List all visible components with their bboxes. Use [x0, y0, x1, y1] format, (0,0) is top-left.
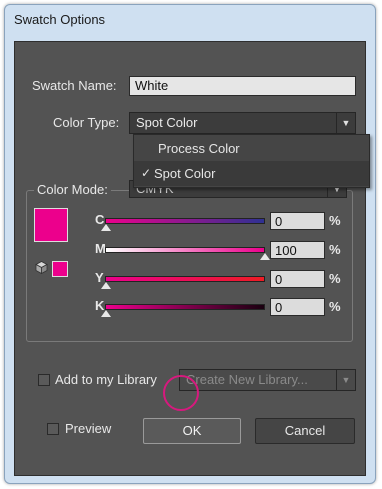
dropdown-option-label: Process Color: [158, 141, 240, 156]
preview-label: Preview: [65, 421, 112, 436]
swatch-name-label: Swatch Name:: [32, 78, 117, 93]
dropdown-option-label: Spot Color: [154, 166, 216, 181]
add-to-library-label: Add to my Library: [55, 372, 157, 387]
cyan-value-field[interactable]: 0: [270, 212, 325, 230]
add-to-library-checkbox[interactable]: [38, 374, 50, 386]
swatch-name-field[interactable]: White: [129, 76, 356, 96]
cyan-slider-track[interactable]: [105, 218, 265, 224]
black-slider-track[interactable]: [105, 304, 265, 310]
chevron-down-icon[interactable]: ▼: [336, 370, 355, 390]
cancel-button[interactable]: Cancel: [255, 418, 355, 444]
magenta-unit: %: [329, 242, 341, 257]
color-type-label: Color Type:: [53, 115, 120, 130]
cyan-unit: %: [329, 213, 341, 228]
magenta-slider-thumb[interactable]: [260, 253, 270, 260]
create-library-select[interactable]: Create New Library... ▼: [179, 369, 356, 391]
out-of-web-cube-icon[interactable]: [35, 261, 48, 274]
dropdown-option-spot-color[interactable]: ✓ Spot Color: [134, 161, 369, 186]
swatch-options-window: Swatch Options Swatch Name: White Color …: [4, 4, 376, 484]
create-library-placeholder: Create New Library...: [186, 372, 308, 387]
black-unit: %: [329, 299, 341, 314]
yellow-slider-track[interactable]: [105, 276, 265, 282]
highlight-circle-annotation: [163, 375, 199, 411]
yellow-slider-thumb[interactable]: [101, 282, 111, 289]
color-mode-label: Color Mode:: [34, 182, 111, 197]
dropdown-option-process-color[interactable]: Process Color: [134, 136, 369, 161]
color-type-value: Spot Color: [136, 115, 198, 130]
color-type-dropdown-list: Process Color ✓ Spot Color: [133, 134, 370, 188]
dialog-body: Swatch Name: White Color Type: Spot Colo…: [14, 41, 370, 476]
web-safe-swatch[interactable]: [52, 261, 68, 277]
color-swatch-preview: [34, 208, 68, 242]
window-title: Swatch Options: [14, 12, 106, 27]
color-type-select[interactable]: Spot Color ▼: [129, 112, 356, 134]
black-slider-thumb[interactable]: [101, 310, 111, 317]
check-icon: ✓: [141, 166, 152, 180]
black-value-field[interactable]: 0: [270, 298, 325, 316]
preview-checkbox[interactable]: [47, 423, 59, 435]
chevron-down-icon[interactable]: ▼: [336, 113, 355, 133]
magenta-value-field[interactable]: 100: [270, 241, 325, 259]
ok-button[interactable]: OK: [143, 418, 241, 444]
magenta-slider-track[interactable]: [105, 247, 265, 253]
yellow-unit: %: [329, 271, 341, 286]
cyan-slider-thumb[interactable]: [101, 224, 111, 231]
yellow-value-field[interactable]: 0: [270, 270, 325, 288]
